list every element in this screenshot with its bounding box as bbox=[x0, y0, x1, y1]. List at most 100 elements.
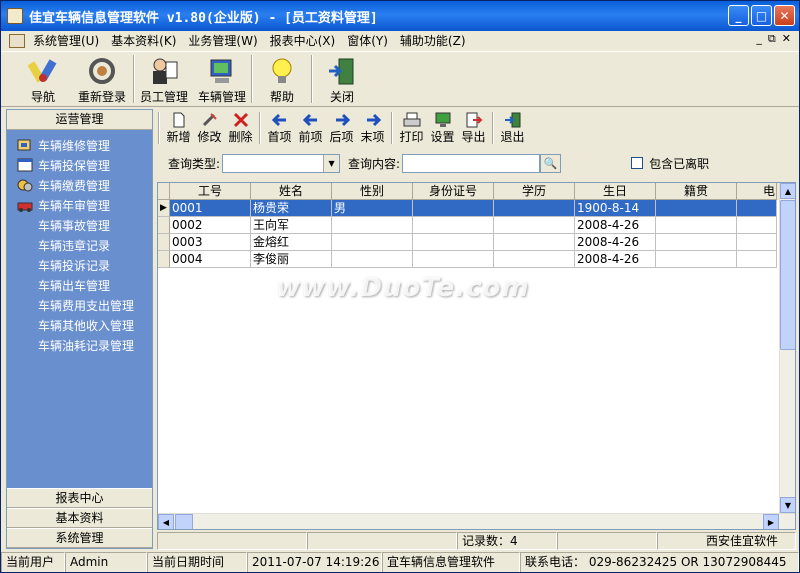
first-button[interactable]: 首项 bbox=[264, 109, 295, 145]
column-header[interactable]: 身份证号 bbox=[413, 183, 494, 200]
window-title: 佳宜车辆信息管理软件 v1.80(企业版) - [员工资料管理] bbox=[29, 10, 378, 26]
table-row[interactable]: 0002 王向军 2008-4-26 bbox=[158, 217, 795, 234]
nav-vehicle-income[interactable]: 车辆其他收入管理 bbox=[7, 315, 152, 335]
current-user-label: 当前用户 bbox=[1, 552, 65, 572]
nav-vehicle-insurance[interactable]: 车辆投保管理 bbox=[7, 155, 152, 175]
prev-button[interactable]: 前项 bbox=[295, 109, 326, 145]
main-toolbar: 导航 重新登录 员工管理 车辆管理 帮助 关闭 bbox=[1, 51, 799, 107]
vehicle-button[interactable]: 车辆管理 bbox=[193, 52, 251, 106]
table-row[interactable]: 0004 李俊丽 2008-4-26 bbox=[158, 251, 795, 268]
mdi-restore-button[interactable]: ⧉ bbox=[768, 32, 776, 46]
settings-button[interactable]: 设置 bbox=[427, 109, 458, 145]
new-doc-icon bbox=[168, 111, 190, 128]
menu-basic-data[interactable]: 基本资料(K) bbox=[105, 32, 182, 49]
nav-vehicle-accident[interactable]: 车辆事故管理 bbox=[7, 215, 152, 235]
settings-monitor-icon bbox=[432, 111, 454, 128]
payment-icon bbox=[16, 177, 34, 193]
title-bar[interactable]: 佳宜车辆信息管理软件 v1.80(企业版) - [员工资料管理] _ □ ✕ bbox=[1, 1, 799, 31]
menu-bar: 系统管理(U) 基本资料(K) 业务管理(W) 报表中心(X) 窗体(Y) 辅助… bbox=[1, 31, 799, 50]
scroll-up-icon[interactable]: ▲ bbox=[780, 183, 795, 199]
exit-button[interactable]: 退出 bbox=[497, 109, 528, 145]
delete-button[interactable]: 删除 bbox=[225, 109, 256, 145]
vehicle-label: 车辆管理 bbox=[197, 90, 246, 104]
next-button[interactable]: 后项 bbox=[326, 109, 357, 145]
relogin-button[interactable]: 重新登录 bbox=[71, 52, 133, 106]
scroll-left-icon[interactable]: ◀ bbox=[158, 514, 174, 529]
mdi-minimize-button[interactable]: _ bbox=[756, 32, 762, 46]
mdi-close-button[interactable]: ✕ bbox=[782, 32, 791, 46]
include-resigned-label: 包含已离职 bbox=[649, 156, 710, 171]
search-icon[interactable]: 🔍 bbox=[540, 153, 562, 173]
scroll-right-icon[interactable]: ▶ bbox=[763, 514, 779, 529]
column-header[interactable]: 学历 bbox=[494, 183, 575, 200]
menu-window[interactable]: 窗体(Y) bbox=[341, 32, 394, 49]
last-arrow-icon bbox=[362, 111, 384, 128]
nav-vehicle-expense[interactable]: 车辆费用支出管理 bbox=[7, 295, 152, 315]
column-header[interactable]: 性别 bbox=[332, 183, 413, 200]
panel-header-basic-data[interactable]: 基本资料 bbox=[7, 508, 152, 528]
exit-door-icon bbox=[325, 55, 359, 87]
export-button[interactable]: 导出 bbox=[458, 109, 489, 145]
query-content-label: 查询内容: bbox=[348, 156, 401, 171]
column-header[interactable]: 电 bbox=[737, 183, 777, 200]
edit-button[interactable]: 修改 bbox=[194, 109, 225, 145]
navigation-panel: 运营管理 车辆维修管理 车辆投保管理 车辆缴费管理 车辆年审管理 车辆事故管理 … bbox=[6, 109, 153, 549]
navigation-label: 导航 bbox=[30, 90, 55, 104]
close-app-button[interactable]: 关闭 bbox=[313, 52, 371, 106]
table-row[interactable]: ▶ 0001 杨贵荣 男 1900-8-14 bbox=[158, 200, 795, 217]
chevron-down-icon[interactable]: ▼ bbox=[323, 154, 340, 172]
query-type-select[interactable]: ▼ bbox=[222, 153, 341, 173]
column-header[interactable]: 籍贯 bbox=[656, 183, 737, 200]
help-label: 帮助 bbox=[269, 90, 294, 104]
menu-system[interactable]: 系统管理(U) bbox=[27, 32, 105, 49]
close-button[interactable]: ✕ bbox=[774, 5, 795, 26]
nav-vehicle-complaint[interactable]: 车辆投诉记录 bbox=[7, 255, 152, 275]
column-header[interactable]: 工号 bbox=[170, 183, 251, 200]
scroll-thumb[interactable] bbox=[780, 200, 795, 350]
scroll-down-icon[interactable]: ▼ bbox=[780, 497, 795, 513]
table-row[interactable]: 0003 金熔红 2008-4-26 bbox=[158, 234, 795, 251]
navigation-button[interactable]: 导航 bbox=[15, 52, 71, 106]
repair-icon bbox=[16, 137, 34, 153]
exit-icon bbox=[502, 111, 524, 128]
employee-button[interactable]: 员工管理 bbox=[135, 52, 193, 106]
minimize-button[interactable]: _ bbox=[728, 5, 749, 26]
panel-header-operations[interactable]: 运营管理 bbox=[7, 110, 152, 130]
menu-tools[interactable]: 辅助功能(Z) bbox=[394, 32, 472, 49]
nav-vehicle-violation[interactable]: 车辆违章记录 bbox=[7, 235, 152, 255]
nav-vehicle-inspection[interactable]: 车辆年审管理 bbox=[7, 195, 152, 215]
scroll-thumb-horizontal[interactable] bbox=[175, 514, 193, 529]
menu-business[interactable]: 业务管理(W) bbox=[182, 32, 263, 49]
prev-arrow-icon bbox=[300, 111, 322, 128]
horizontal-scrollbar[interactable]: ◀ ▶ bbox=[158, 513, 795, 529]
table-header: 工号 姓名 性别 身份证号 学历 生日 籍贯 电 bbox=[158, 183, 795, 200]
panel-header-system[interactable]: 系统管理 bbox=[7, 528, 152, 548]
column-header[interactable]: 姓名 bbox=[251, 183, 332, 200]
relogin-icon bbox=[85, 55, 119, 87]
vertical-scrollbar[interactable]: ▲ ▼ bbox=[779, 183, 795, 513]
first-arrow-icon bbox=[269, 111, 291, 128]
menu-reports[interactable]: 报表中心(X) bbox=[264, 32, 342, 49]
contact-info: 联系电话： 029-86232425 OR 13072908445 bbox=[520, 552, 799, 572]
help-button[interactable]: 帮助 bbox=[253, 52, 311, 106]
maximize-button[interactable]: □ bbox=[751, 5, 772, 26]
grid-status-bar: 记录数：4 西安佳宜软件 bbox=[157, 532, 796, 550]
panel-header-reports[interactable]: 报表中心 bbox=[7, 488, 152, 508]
datetime-value: 2011-07-07 14:19:26 bbox=[247, 552, 382, 572]
datetime-label: 当前日期时间 bbox=[147, 552, 247, 572]
next-arrow-icon bbox=[331, 111, 353, 128]
nav-vehicle-payment[interactable]: 车辆缴费管理 bbox=[7, 175, 152, 195]
include-resigned-checkbox[interactable] bbox=[631, 157, 644, 169]
new-button[interactable]: 新增 bbox=[163, 109, 194, 145]
column-header[interactable]: 生日 bbox=[575, 183, 656, 200]
print-button[interactable]: 打印 bbox=[396, 109, 427, 145]
last-button[interactable]: 末项 bbox=[357, 109, 388, 145]
nav-vehicle-fuel[interactable]: 车辆油耗记录管理 bbox=[7, 335, 152, 355]
nav-vehicle-dispatch[interactable]: 车辆出车管理 bbox=[7, 275, 152, 295]
record-toolbar: 新增 修改 删除 首项 前项 后项 末项 打印 设置 导出 退出 bbox=[156, 109, 796, 146]
relogin-label: 重新登录 bbox=[77, 90, 126, 104]
query-content-input[interactable] bbox=[402, 153, 541, 173]
edit-icon bbox=[199, 111, 221, 128]
company-name: 西安佳宜软件 bbox=[657, 532, 796, 550]
nav-vehicle-repair[interactable]: 车辆维修管理 bbox=[7, 135, 152, 155]
